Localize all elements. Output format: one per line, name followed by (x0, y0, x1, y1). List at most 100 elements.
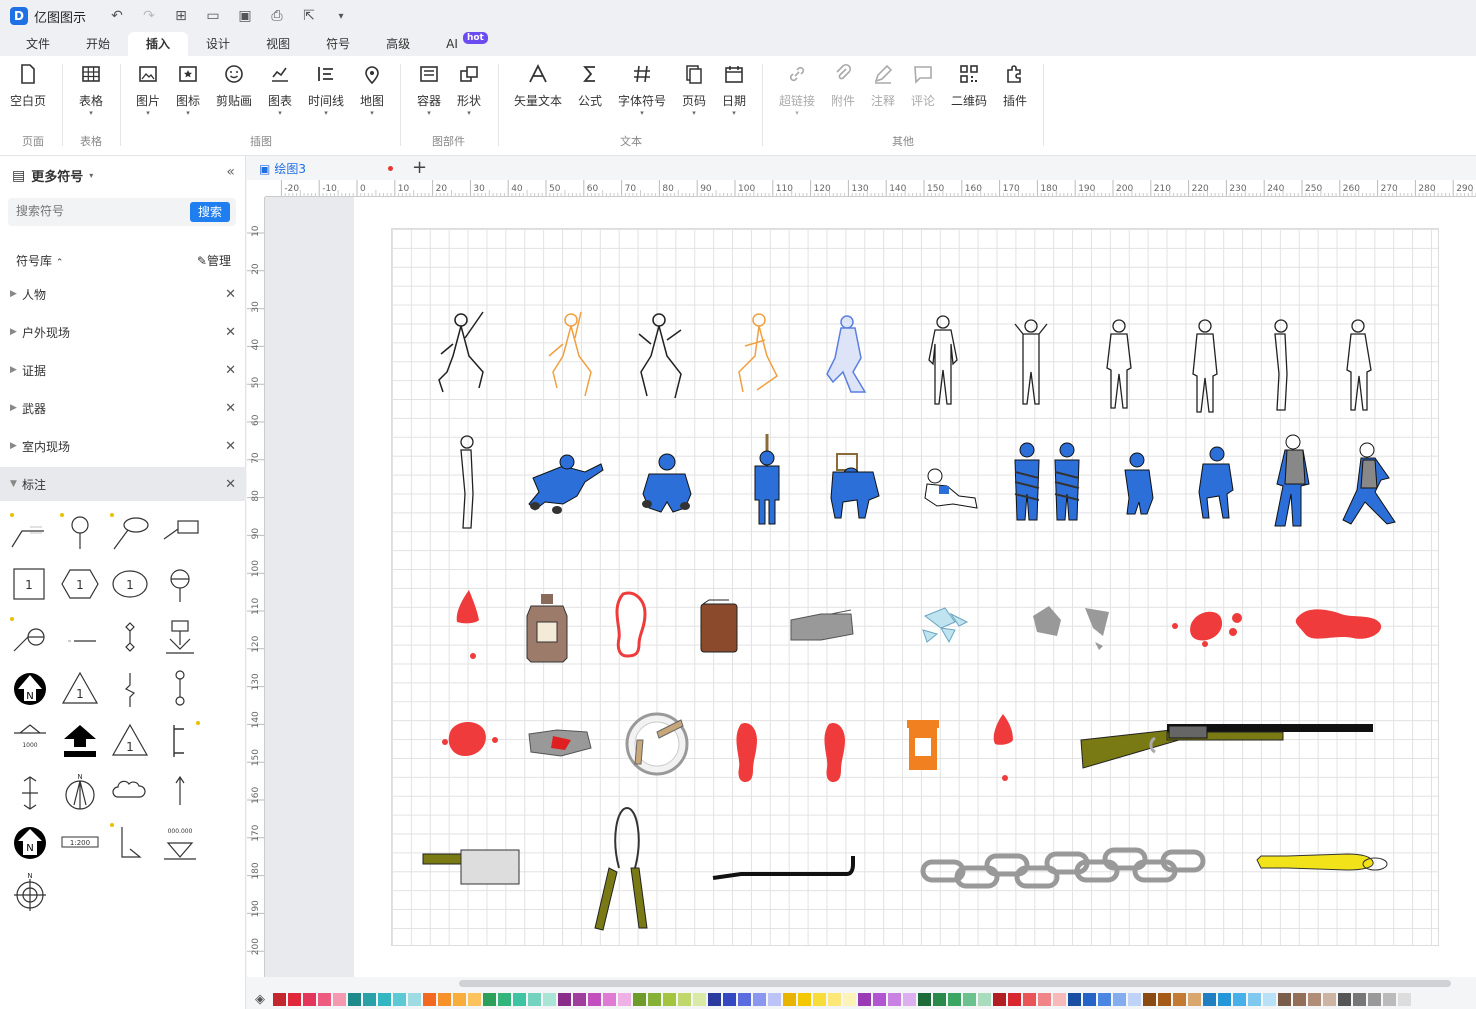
dimension-line-symbol[interactable] (60, 617, 100, 657)
body-outline-shape[interactable] (438, 311, 484, 393)
diamond-connector-symbol[interactable] (110, 617, 150, 657)
color-swatch[interactable] (648, 992, 661, 1006)
shoe-print-shape[interactable] (615, 591, 647, 658)
color-swatch[interactable] (783, 992, 796, 1006)
standing-outline-shape[interactable] (1106, 319, 1132, 409)
color-swatch[interactable] (318, 992, 331, 1006)
color-swatch[interactable] (1158, 992, 1171, 1006)
color-swatch[interactable] (1113, 992, 1126, 1006)
color-swatch[interactable] (498, 992, 511, 1006)
pin-line-symbol[interactable] (160, 669, 200, 709)
icon-button[interactable]: 图标 ▾ (166, 62, 210, 117)
pill-bottle-shape[interactable] (907, 720, 939, 770)
color-swatch[interactable] (918, 992, 931, 1006)
attachment-button[interactable]: 附件 (821, 62, 865, 109)
color-swatch[interactable] (1233, 992, 1246, 1006)
break-line-symbol[interactable] (110, 669, 150, 709)
color-swatch[interactable] (813, 992, 826, 1006)
color-swatch[interactable] (468, 992, 481, 1006)
color-swatch[interactable] (1368, 992, 1381, 1006)
hanging-victim-shape[interactable] (754, 434, 780, 525)
side-outline-shape[interactable] (1274, 319, 1288, 411)
color-swatch[interactable] (1023, 992, 1036, 1006)
color-swatch[interactable] (753, 992, 766, 1006)
color-swatch[interactable] (903, 992, 916, 1006)
color-swatch[interactable] (978, 992, 991, 1006)
page-number-button[interactable]: 页码 ▾ (672, 62, 716, 117)
pin-callout-symbol[interactable] (60, 513, 100, 553)
sitting-outline-orange-shape[interactable] (738, 313, 778, 393)
ashtray-shape[interactable] (625, 712, 689, 776)
walking-person-shape[interactable] (1274, 434, 1310, 527)
blood-drop-shape[interactable] (993, 714, 1013, 781)
color-swatch[interactable] (1083, 992, 1096, 1006)
lying-victim-shape[interactable] (924, 468, 978, 509)
standing-outline-shape[interactable] (1346, 319, 1372, 411)
numbered-box-symbol[interactable]: 1 (10, 565, 50, 605)
color-swatch[interactable] (1173, 992, 1186, 1006)
bold-arrow-up-symbol[interactable] (60, 721, 100, 761)
tab-view[interactable]: 视图 (248, 32, 308, 56)
color-swatch[interactable] (1128, 992, 1141, 1006)
chart-button[interactable]: 图表 ▾ (258, 62, 302, 117)
date-button[interactable]: 日期 ▾ (712, 62, 756, 117)
baseball-bat-shape[interactable] (1256, 853, 1388, 871)
tab-advanced[interactable]: 高级 (368, 32, 428, 56)
color-swatch[interactable] (363, 992, 376, 1006)
color-swatch[interactable] (1353, 992, 1366, 1006)
new-icon[interactable]: ⊞ (172, 8, 190, 24)
category-annotation[interactable]: ▼ 标注 ✕ (0, 467, 246, 501)
bound-victim-shape[interactable] (1014, 442, 1080, 521)
color-swatch[interactable] (528, 992, 541, 1006)
crosshair-north-symbol[interactable]: N (10, 873, 50, 913)
more-symbols-header[interactable]: ▤ 更多符号 ▾ (12, 166, 93, 186)
undo-icon[interactable]: ↶ (108, 8, 126, 24)
color-swatch[interactable] (1293, 992, 1306, 1006)
color-swatch[interactable] (888, 992, 901, 1006)
color-swatch[interactable] (1038, 992, 1051, 1006)
color-swatch[interactable] (993, 992, 1006, 1006)
tab-start[interactable]: 开始 (68, 32, 128, 56)
color-swatch[interactable] (1263, 992, 1276, 1006)
color-swatch[interactable] (603, 992, 616, 1006)
document-tab[interactable]: ▣ 绘图3 (259, 160, 306, 177)
chain-shape[interactable] (920, 847, 1206, 889)
font-symbol-button[interactable]: 字体符号 ▾ (614, 62, 670, 117)
color-swatch[interactable] (678, 992, 691, 1006)
color-swatch[interactable] (378, 992, 391, 1006)
color-swatch[interactable] (393, 992, 406, 1006)
horizontal-scrollbar[interactable] (247, 977, 1476, 989)
color-swatch[interactable] (633, 992, 646, 1006)
color-swatch[interactable] (273, 992, 286, 1006)
color-swatch[interactable] (843, 992, 856, 1006)
color-swatch[interactable] (513, 992, 526, 1006)
blood-spatter-shape[interactable] (1172, 611, 1242, 647)
color-swatch[interactable] (438, 992, 451, 1006)
sitting-outline-blue-shape[interactable] (826, 315, 867, 393)
more-chevron-icon[interactable]: ▾ (332, 11, 350, 22)
color-swatch[interactable] (1278, 992, 1291, 1006)
formula-button[interactable]: 公式 (568, 62, 612, 109)
debris-shape[interactable] (1033, 606, 1109, 650)
blood-pool-shape[interactable] (1295, 609, 1382, 639)
save-icon[interactable]: ▣ (236, 8, 254, 24)
level-marker-symbol[interactable]: 1000 (10, 721, 50, 761)
hyperlink-button[interactable]: 超链接 ▾ (775, 62, 819, 117)
color-swatch[interactable] (348, 992, 361, 1006)
drawing-content[interactable] (391, 228, 1439, 946)
category-outdoor-scene[interactable]: ▶ 户外现场 ✕ (0, 315, 246, 349)
clipart-button[interactable]: 剪贴画 (212, 62, 256, 109)
manage-button[interactable]: ✎管理 (197, 252, 231, 269)
color-swatch[interactable] (333, 992, 346, 1006)
wallet-shape[interactable] (700, 599, 738, 653)
color-swatch[interactable] (723, 992, 736, 1006)
container-button[interactable]: 容器 ▾ (407, 62, 451, 117)
running-person-shape[interactable] (1342, 442, 1396, 525)
color-swatch[interactable] (1218, 992, 1231, 1006)
vector-text-button[interactable]: 矢量文本 (509, 62, 567, 109)
north-compass-symbol[interactable]: N (60, 773, 100, 813)
picture-button[interactable]: 图片 ▾ (126, 62, 170, 117)
tab-file[interactable]: 文件 (8, 32, 68, 56)
glove-shape[interactable] (790, 609, 854, 641)
color-swatch[interactable] (663, 992, 676, 1006)
